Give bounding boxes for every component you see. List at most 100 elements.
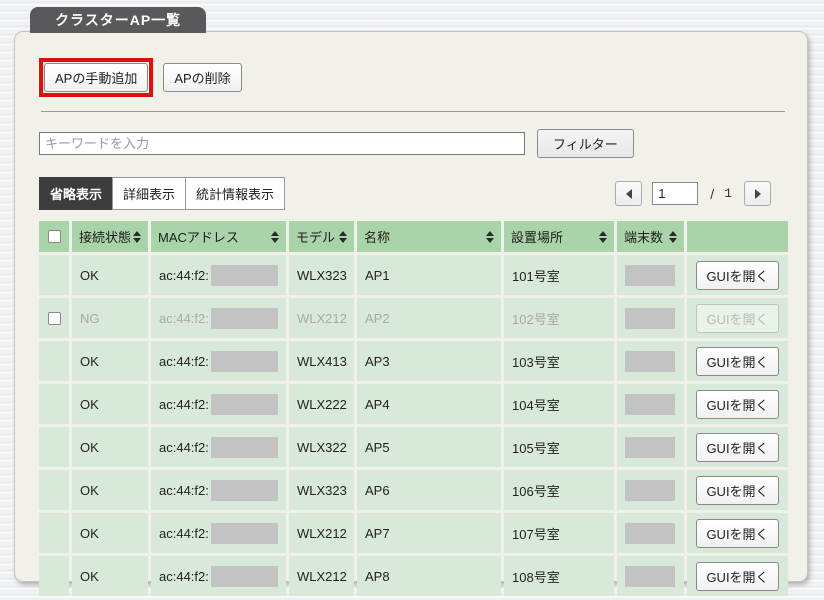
open-gui-button[interactable]: GUIを開く xyxy=(696,432,779,462)
redacted-mac-box xyxy=(210,393,278,415)
page-total: 1 xyxy=(724,186,732,201)
name-cell: AP4 xyxy=(357,384,501,424)
open-gui-button[interactable]: GUIを開く xyxy=(696,475,779,505)
mac-cell: ac:44:f2: xyxy=(151,427,286,467)
header-name: 名称 xyxy=(357,221,501,252)
next-page-button[interactable] xyxy=(744,181,771,206)
open-gui-button: GUIを開く xyxy=(696,303,779,333)
pagination: / 1 xyxy=(615,181,771,206)
name-cell: AP3 xyxy=(357,341,501,381)
mac-cell: ac:44:f2: xyxy=(151,341,286,381)
clients-cell xyxy=(617,298,684,338)
mac-cell: ac:44:f2: xyxy=(151,298,286,338)
location-cell: 106号室 xyxy=(504,470,614,510)
redacted-mac-box xyxy=(210,436,278,458)
clients-cell xyxy=(617,255,684,295)
add-ap-button[interactable]: APの手動追加 xyxy=(44,63,149,92)
sort-icon[interactable] xyxy=(133,230,141,243)
action-cell: GUIを開く xyxy=(687,470,788,510)
model-cell: WLX212 xyxy=(289,513,354,553)
sort-icon[interactable] xyxy=(339,230,347,243)
action-cell: GUIを開く xyxy=(687,427,788,467)
redacted-clients-box xyxy=(625,565,675,587)
status-cell: OK xyxy=(72,255,148,295)
select-all-header-cell xyxy=(39,221,69,252)
cluster-ap-panel: APの手動追加 APの削除 フィルター 省略表示 詳細表示 統計情報表示 / 1 xyxy=(14,31,808,596)
name-cell: AP8 xyxy=(357,556,501,596)
row-select-cell xyxy=(39,470,69,510)
name-cell: AP5 xyxy=(357,427,501,467)
row-select-cell xyxy=(39,556,69,596)
open-gui-button[interactable]: GUIを開く xyxy=(696,561,779,591)
header-clients: 端末数 xyxy=(617,221,684,252)
select-all-checkbox[interactable] xyxy=(47,230,61,243)
open-gui-button[interactable]: GUIを開く xyxy=(696,389,779,419)
redacted-mac-box xyxy=(210,264,278,286)
header-model-label: モデル xyxy=(296,230,336,245)
page-number-input[interactable] xyxy=(652,182,699,205)
right-arrow-icon xyxy=(754,188,761,199)
open-gui-button[interactable]: GUIを開く xyxy=(696,518,779,548)
redacted-mac-box xyxy=(210,307,278,329)
row-select-cell xyxy=(39,513,69,553)
sort-icon[interactable] xyxy=(486,230,494,243)
view-tabs: 省略表示 詳細表示 統計情報表示 xyxy=(39,177,286,210)
redacted-clients-box xyxy=(625,350,675,372)
model-cell: WLX322 xyxy=(289,427,354,467)
tab-stats-view[interactable]: 統計情報表示 xyxy=(185,177,286,210)
toolbar: APの手動追加 APの削除 xyxy=(39,58,787,97)
clients-cell xyxy=(617,427,684,467)
mac-prefix: ac:44:f2: xyxy=(159,482,209,498)
name-cell: AP7 xyxy=(357,513,501,553)
status-cell: OK xyxy=(72,341,148,381)
row-checkbox[interactable] xyxy=(47,311,61,325)
header-actions xyxy=(687,221,788,252)
redacted-mac-box xyxy=(210,565,278,587)
tab-summary-view[interactable]: 省略表示 xyxy=(39,177,114,210)
action-cell: GUIを開く xyxy=(687,255,788,295)
delete-ap-button[interactable]: APの削除 xyxy=(163,63,242,92)
row-select-cell xyxy=(39,341,69,381)
header-mac: MACアドレス xyxy=(151,221,286,252)
name-cell: AP6 xyxy=(357,470,501,510)
status-cell: NG xyxy=(72,298,148,338)
header-clients-label: 端末数 xyxy=(624,230,664,245)
clients-cell xyxy=(617,513,684,553)
redacted-clients-box xyxy=(625,522,675,544)
redacted-mac-box xyxy=(210,350,278,372)
tab-detail-view[interactable]: 詳細表示 xyxy=(112,177,187,210)
keyword-input[interactable] xyxy=(39,132,525,155)
clients-cell xyxy=(617,341,684,381)
location-cell: 102号室 xyxy=(504,298,614,338)
header-name-label: 名称 xyxy=(364,230,391,245)
model-cell: WLX212 xyxy=(289,556,354,596)
header-location-label: 設置場所 xyxy=(511,230,564,245)
page-title-tab: クラスターAP一覧 xyxy=(30,7,207,33)
action-cell: GUIを開く xyxy=(687,384,788,424)
clients-cell xyxy=(617,556,684,596)
header-model: モデル xyxy=(289,221,354,252)
model-cell: WLX212 xyxy=(289,298,354,338)
mac-prefix: ac:44:f2: xyxy=(159,396,209,412)
location-cell: 108号室 xyxy=(504,556,614,596)
sort-icon[interactable] xyxy=(599,230,607,243)
action-cell: GUIを開く xyxy=(687,556,788,596)
mac-cell: ac:44:f2: xyxy=(151,556,286,596)
action-cell: GUIを開く xyxy=(687,341,788,381)
sort-icon[interactable] xyxy=(271,230,279,243)
sort-icon[interactable] xyxy=(669,230,677,243)
status-cell: OK xyxy=(72,513,148,553)
filter-button[interactable]: フィルター xyxy=(537,129,634,158)
model-cell: WLX323 xyxy=(289,255,354,295)
mac-prefix: ac:44:f2: xyxy=(159,310,209,326)
clients-cell xyxy=(617,384,684,424)
mac-prefix: ac:44:f2: xyxy=(159,525,209,541)
status-cell: OK xyxy=(72,470,148,510)
name-cell: AP1 xyxy=(357,255,501,295)
redacted-clients-box xyxy=(625,393,675,415)
prev-page-button[interactable] xyxy=(615,181,643,206)
status-cell: OK xyxy=(72,427,148,467)
open-gui-button[interactable]: GUIを開く xyxy=(696,260,779,290)
open-gui-button[interactable]: GUIを開く xyxy=(696,346,779,376)
annotation-highlight-box: APの手動追加 xyxy=(39,58,154,97)
